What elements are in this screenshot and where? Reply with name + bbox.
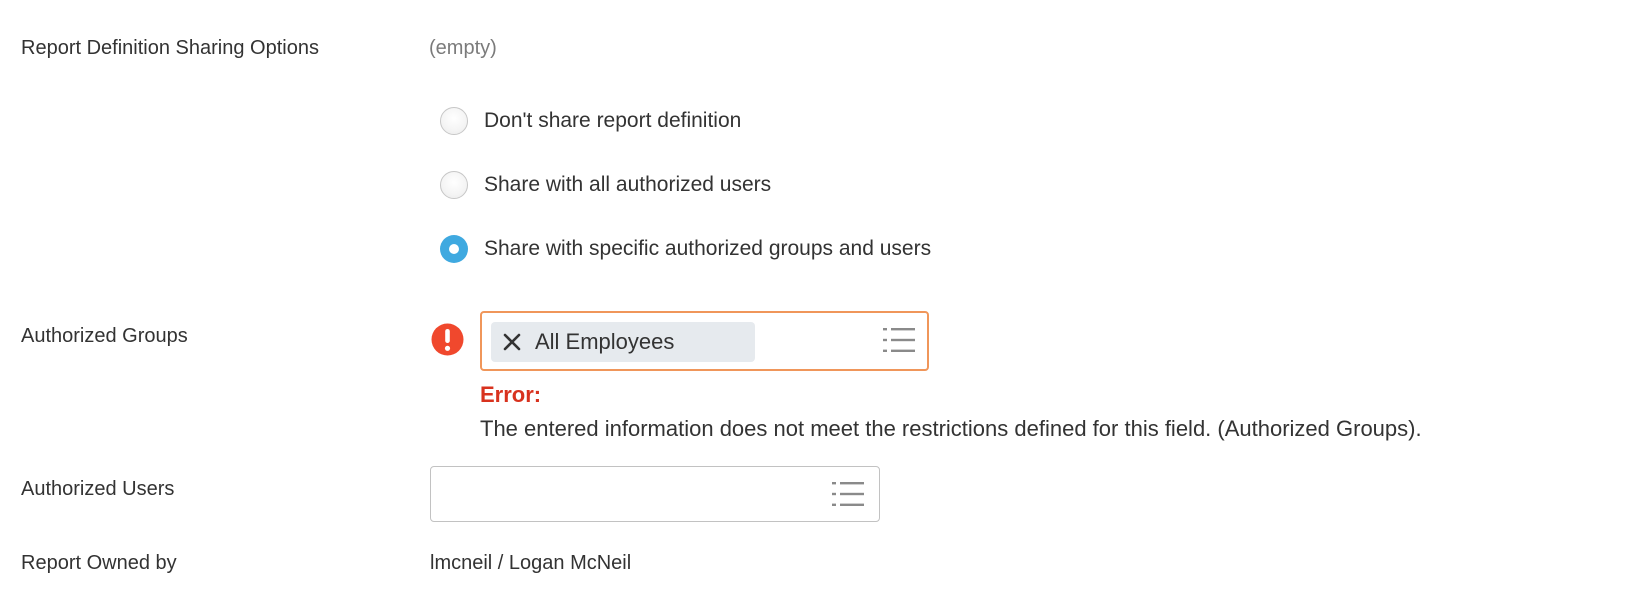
error-title: Error: — [480, 382, 542, 407]
report-owner-value: lmcneil / Logan McNeil — [430, 552, 632, 574]
radio-button-checked[interactable] — [440, 235, 468, 263]
radio-share-specific[interactable]: Share with specific authorized groups an… — [440, 235, 931, 263]
radio-dont-share[interactable]: Don't share report definition — [440, 107, 741, 135]
radio-label-dont-share: Don't share report definition — [484, 109, 742, 132]
list-prompt-icon[interactable] — [832, 480, 864, 508]
authorized-users-label: Authorized Users — [21, 478, 175, 500]
radio-button-unchecked[interactable] — [440, 171, 468, 199]
radio-label-share-specific: Share with specific authorized groups an… — [484, 237, 932, 260]
selected-group-label: All Employees — [535, 329, 675, 354]
radio-button-unchecked[interactable] — [440, 107, 468, 135]
list-prompt-icon[interactable] — [883, 326, 915, 354]
error-exclamation-icon — [431, 323, 464, 356]
authorized-users-field[interactable] — [430, 466, 880, 522]
radio-label-share-all: Share with all authorized users — [484, 173, 772, 196]
radio-share-all[interactable]: Share with all authorized users — [440, 171, 771, 199]
sharing-options-value: (empty) — [429, 37, 497, 59]
report-owner-label: Report Owned by — [21, 552, 177, 574]
authorized-groups-field[interactable]: All Employees — [480, 311, 929, 371]
remove-x-icon[interactable] — [501, 331, 523, 353]
selected-group-pill[interactable]: All Employees — [491, 322, 755, 362]
error-message: The entered information does not meet th… — [480, 416, 1422, 441]
sharing-options-label: Report Definition Sharing Options — [21, 37, 319, 59]
authorized-groups-label: Authorized Groups — [21, 325, 188, 347]
